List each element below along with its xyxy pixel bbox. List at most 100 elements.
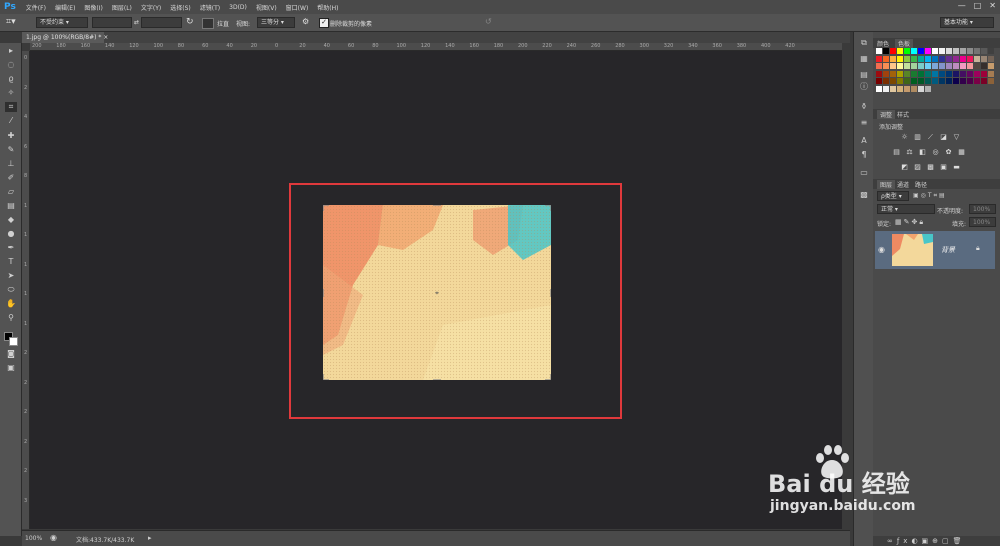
zoom-tool-icon[interactable]: ⚲ [5, 313, 17, 323]
color-swatch[interactable] [960, 55, 966, 62]
color-swatch[interactable] [953, 78, 959, 84]
crop-width-input[interactable] [92, 17, 132, 28]
color-swatch[interactable] [988, 48, 994, 54]
threshold-icon[interactable]: ▩ [926, 163, 935, 171]
color-swatch[interactable] [904, 70, 910, 77]
color-swatch[interactable] [897, 48, 903, 54]
status-menu-arrow-icon[interactable]: ▸ [148, 534, 152, 542]
color-swatch[interactable] [876, 55, 882, 62]
hand-tool-icon[interactable]: ✋ [5, 299, 17, 309]
tab-swatches[interactable]: 色板 [895, 39, 914, 48]
info-panel-icon[interactable]: ▤ [859, 70, 869, 79]
color-swatch[interactable] [883, 48, 889, 54]
overlay-view-select[interactable]: 三等分 ▾ [257, 17, 295, 28]
color-swatch[interactable] [897, 78, 903, 84]
healing-brush-icon[interactable]: ✚ [5, 131, 17, 141]
tab-channels[interactable]: 通道 [897, 180, 909, 189]
swap-dimensions-icon[interactable]: ⇄ [134, 19, 139, 26]
move-tool-icon[interactable]: ▸ [5, 46, 17, 56]
color-swatch[interactable] [960, 78, 966, 84]
menu-type[interactable]: 文字(Y) [141, 3, 161, 12]
gradient-map-icon[interactable]: ▬ [952, 163, 961, 171]
brush-panel-icon[interactable]: ⚱ [859, 102, 869, 111]
delete-cropped-checkbox[interactable]: ✓ [319, 18, 329, 28]
shape-tool-icon[interactable]: ⬭ [5, 285, 17, 295]
opacity-input[interactable]: 100% [969, 204, 996, 214]
color-swatch[interactable] [911, 70, 917, 77]
curves-icon[interactable]: ⟋ [926, 133, 935, 141]
channel-mixer-icon[interactable]: ✿ [944, 148, 953, 156]
color-swatch[interactable] [932, 70, 938, 77]
crop-tool-icon[interactable]: ⌗ [5, 102, 17, 112]
color-swatch[interactable] [911, 63, 917, 69]
color-swatch[interactable] [939, 70, 945, 77]
color-swatch[interactable] [946, 55, 952, 62]
color-swatch[interactable] [967, 70, 973, 77]
color-swatch[interactable] [890, 55, 896, 62]
selective-color-icon[interactable]: ▣ [939, 163, 948, 171]
color-swatch[interactable] [974, 78, 980, 84]
color-swatch[interactable] [883, 85, 889, 92]
layer-thumbnail[interactable] [892, 234, 933, 266]
color-swatch[interactable] [967, 48, 973, 54]
delete-cropped-label[interactable]: 删除裁剪的像素 [330, 19, 372, 28]
color-swatch[interactable] [946, 70, 952, 77]
color-swatch[interactable] [883, 70, 889, 77]
color-swatch[interactable] [981, 55, 987, 62]
color-swatch[interactable] [988, 70, 994, 77]
fill-input[interactable]: 100% [969, 217, 996, 227]
layer-filter-icons[interactable]: ▣◎T⌗▤ [913, 192, 947, 200]
color-swatch[interactable] [883, 55, 889, 62]
zoom-level[interactable]: 100% [25, 535, 42, 542]
color-swatch[interactable] [932, 78, 938, 84]
marquee-tool-icon[interactable]: ◌ [5, 60, 17, 70]
color-swatch[interactable] [953, 48, 959, 54]
color-swatch[interactable] [946, 63, 952, 69]
color-swatch[interactable] [974, 55, 980, 62]
color-swatch[interactable] [967, 63, 973, 69]
color-swatch[interactable] [981, 48, 987, 54]
photo-filter-icon[interactable]: ◎ [931, 148, 940, 156]
color-swatch[interactable] [974, 70, 980, 77]
color-swatch[interactable] [960, 48, 966, 54]
color-swatch[interactable] [925, 48, 931, 54]
blend-mode-select[interactable]: 正常 ▾ [877, 204, 935, 214]
color-swatch[interactable] [974, 63, 980, 69]
color-swatch[interactable] [897, 55, 903, 62]
swatches-grid[interactable] [876, 48, 994, 93]
color-swatch[interactable] [960, 63, 966, 69]
vibrance-icon[interactable]: ▽ [952, 133, 961, 141]
menu-help[interactable]: 帮助(H) [317, 3, 338, 12]
color-swatch[interactable] [904, 48, 910, 54]
layer-kind-filter[interactable]: ρ类型 ▾ [877, 191, 909, 201]
color-swatch[interactable] [925, 70, 931, 77]
notes-panel-icon[interactable]: ▭ [859, 168, 869, 177]
background-color-swatch[interactable] [9, 337, 18, 346]
color-swatch[interactable] [890, 70, 896, 77]
menu-3d[interactable]: 3D(D) [229, 4, 247, 11]
color-swatch[interactable] [981, 78, 987, 84]
workspace-select[interactable]: 基本功能 ▾ [940, 17, 994, 28]
color-swatch[interactable] [904, 78, 910, 84]
clone-stamp-icon[interactable]: ⊥ [5, 159, 17, 169]
color-swatch[interactable] [953, 63, 959, 69]
color-swatch[interactable] [876, 78, 882, 84]
color-swatch[interactable] [925, 78, 931, 84]
brightness-icon[interactable]: ☼ [900, 133, 909, 141]
color-swatch[interactable] [897, 70, 903, 77]
color-balance-icon[interactable]: ⚖ [905, 148, 914, 156]
document-tab[interactable]: 1.jpg @ 100%(RGB/8#) * × [22, 32, 108, 43]
brush-tool-icon[interactable]: ✎ [5, 145, 17, 155]
color-swatch[interactable] [939, 55, 945, 62]
crop-ratio-select[interactable]: 不受约束 ▾ [36, 17, 88, 28]
quick-mask-icon[interactable]: ◙ [5, 349, 17, 359]
color-swatch[interactable] [897, 85, 903, 92]
color-swatch[interactable] [904, 85, 910, 92]
color-swatch[interactable] [939, 78, 945, 84]
menu-view[interactable]: 视图(V) [256, 3, 277, 12]
layer-comps-icon[interactable]: ▩ [859, 190, 869, 199]
color-swatch[interactable] [953, 55, 959, 62]
color-swatch[interactable] [897, 63, 903, 69]
menu-file[interactable]: 文件(F) [26, 3, 46, 12]
color-swatch[interactable] [890, 78, 896, 84]
